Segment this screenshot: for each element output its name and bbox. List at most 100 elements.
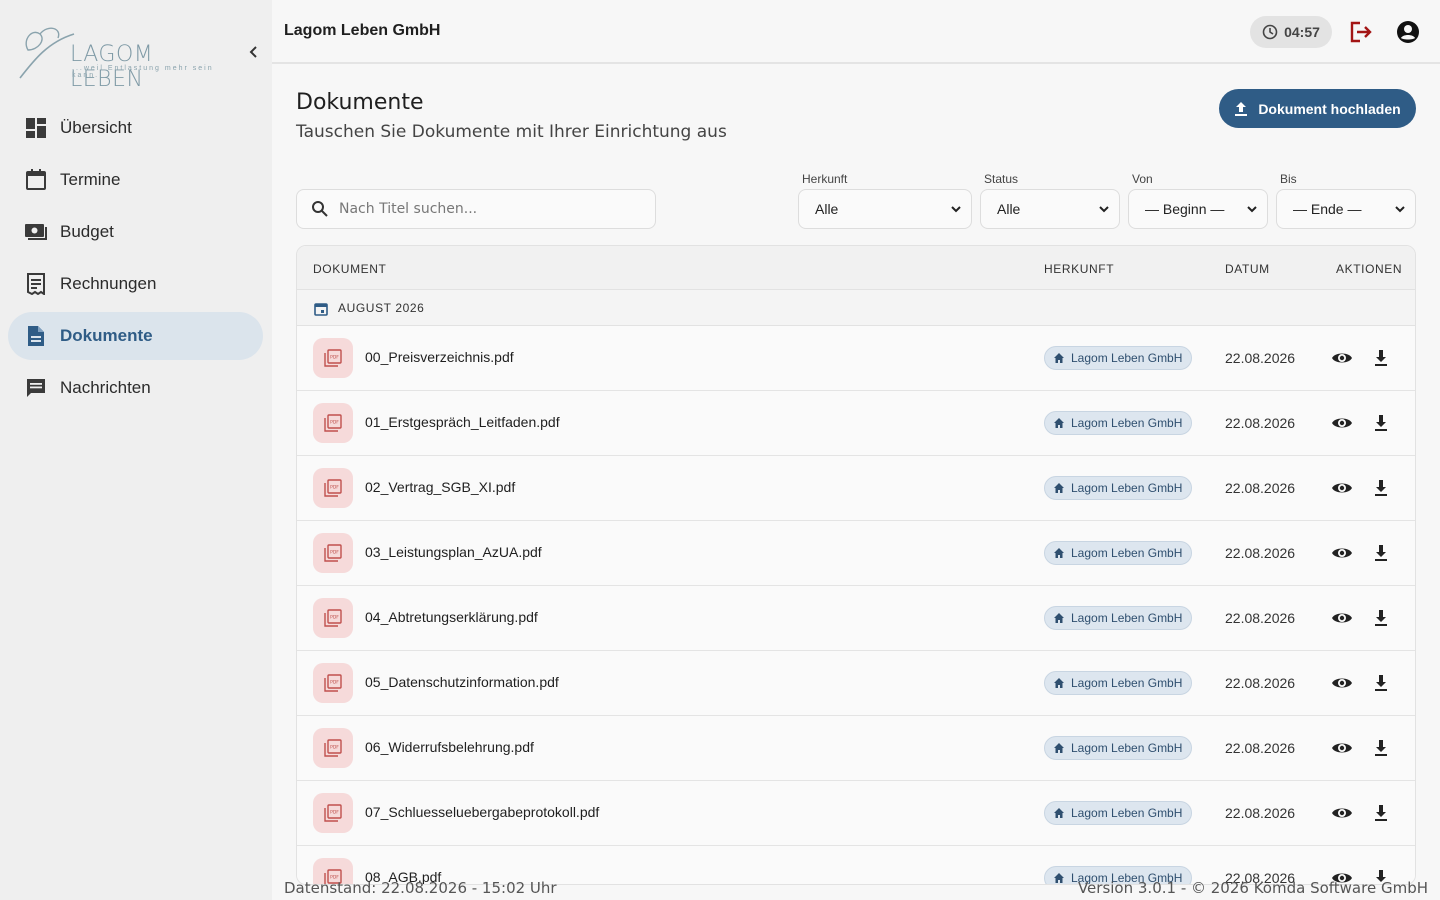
view-document-button[interactable] — [1331, 542, 1353, 564]
logout-icon — [1350, 21, 1372, 43]
origin-chip-label: Lagom Leben GmbH — [1071, 416, 1183, 430]
table-row[interactable]: PDF 01_Erstgespräch_Leitfaden.pdf Lagom … — [297, 391, 1415, 456]
document-name[interactable]: 02_Vertrag_SGB_XI.pdf — [365, 479, 515, 495]
top-header: Lagom Leben GmbH 04:57 — [272, 0, 1440, 64]
pdf-file-icon: PDF — [313, 728, 353, 768]
sidebar-item-uebersicht[interactable]: Übersicht — [8, 104, 263, 152]
svg-text:PDF: PDF — [330, 550, 339, 556]
status-select[interactable]: Alle — [980, 189, 1120, 229]
view-document-button[interactable] — [1331, 412, 1353, 434]
calendar-icon — [24, 168, 48, 192]
download-document-button[interactable] — [1371, 737, 1391, 759]
document-name[interactable]: 07_Schluesseluebergabeprotokoll.pdf — [365, 804, 599, 820]
view-document-button[interactable] — [1331, 737, 1353, 759]
table-row[interactable]: PDF 07_Schluesseluebergabeprotokoll.pdf … — [297, 781, 1415, 846]
von-select[interactable]: — Beginn — — [1128, 189, 1268, 229]
document-date: 22.08.2026 — [1225, 415, 1296, 431]
document-date: 22.08.2026 — [1225, 480, 1296, 496]
origin-chip: Lagom Leben GmbH — [1044, 671, 1193, 695]
search-input[interactable] — [339, 201, 629, 217]
home-icon — [1054, 613, 1064, 623]
clock-icon — [1262, 24, 1278, 40]
status-filter-label: Status — [984, 172, 1019, 186]
document-name[interactable]: 01_Erstgespräch_Leitfaden.pdf — [365, 414, 560, 430]
status-select-value: Alle — [997, 201, 1021, 217]
collapse-sidebar-button[interactable] — [244, 42, 262, 62]
home-icon — [1054, 808, 1064, 818]
account-button[interactable] — [1395, 19, 1421, 45]
column-header-aktionen: AKTIONEN — [1336, 262, 1403, 276]
receipt-icon — [24, 272, 48, 296]
document-icon — [24, 324, 48, 348]
table-row[interactable]: PDF 04_Abtretungserklärung.pdf Lagom Leb… — [297, 586, 1415, 651]
eye-icon — [1332, 678, 1352, 688]
upload-icon — [1235, 101, 1248, 116]
origin-chip: Lagom Leben GmbH — [1044, 736, 1193, 760]
sidebar-item-budget[interactable]: Budget — [8, 208, 263, 256]
search-field[interactable] — [296, 189, 656, 229]
download-icon — [1375, 740, 1387, 756]
sidebar-item-rechnungen[interactable]: Rechnungen — [8, 260, 263, 308]
document-name[interactable]: 05_Datenschutzinformation.pdf — [365, 674, 559, 690]
origin-chip-label: Lagom Leben GmbH — [1071, 611, 1183, 625]
download-icon — [1375, 415, 1387, 431]
origin-chip-label: Lagom Leben GmbH — [1071, 351, 1183, 365]
month-group-label: AUGUST 2026 — [338, 301, 425, 315]
download-document-button[interactable] — [1371, 412, 1391, 434]
document-name[interactable]: 04_Abtretungserklärung.pdf — [365, 609, 538, 625]
download-document-button[interactable] — [1371, 607, 1391, 629]
sidebar-item-dokumente[interactable]: Dokumente — [8, 312, 263, 360]
eye-icon — [1332, 808, 1352, 818]
download-icon — [1375, 350, 1387, 366]
view-document-button[interactable] — [1331, 477, 1353, 499]
search-icon — [312, 201, 328, 217]
download-icon — [1375, 610, 1387, 626]
table-row[interactable]: PDF 02_Vertrag_SGB_XI.pdf Lagom Leben Gm… — [297, 456, 1415, 521]
logo: LAGOM LEBEN ...weil Entlastung mehr sein… — [14, 20, 234, 92]
table-row[interactable]: PDF 05_Datenschutzinformation.pdf Lagom … — [297, 651, 1415, 716]
calendar-icon — [314, 303, 328, 316]
download-document-button[interactable] — [1371, 477, 1391, 499]
download-document-button[interactable] — [1371, 672, 1391, 694]
organization-title: Lagom Leben GmbH — [284, 22, 441, 39]
table-row[interactable]: PDF 03_Leistungsplan_AzUA.pdf Lagom Lebe… — [297, 521, 1415, 586]
svg-text:PDF: PDF — [330, 745, 339, 751]
eye-icon — [1332, 418, 1352, 428]
svg-text:PDF: PDF — [330, 680, 339, 686]
herkunft-select[interactable]: Alle — [798, 189, 972, 229]
upload-document-button[interactable]: Dokument hochladen — [1219, 89, 1416, 128]
eye-icon — [1332, 353, 1352, 363]
origin-chip: Lagom Leben GmbH — [1044, 411, 1193, 435]
origin-chip-label: Lagom Leben GmbH — [1071, 676, 1183, 690]
download-document-button[interactable] — [1371, 802, 1391, 824]
pdf-file-icon: PDF — [313, 598, 353, 638]
table-header: DOKUMENT HERKUNFT DATUM AKTIONEN — [297, 246, 1415, 290]
view-document-button[interactable] — [1331, 672, 1353, 694]
document-name[interactable]: 03_Leistungsplan_AzUA.pdf — [365, 544, 542, 560]
table-row[interactable]: PDF 00_Preisverzeichnis.pdf Lagom Leben … — [297, 326, 1415, 391]
view-document-button[interactable] — [1331, 607, 1353, 629]
origin-chip: Lagom Leben GmbH — [1044, 606, 1193, 630]
view-document-button[interactable] — [1331, 347, 1353, 369]
von-select-value: — Beginn — — [1145, 201, 1225, 217]
document-date: 22.08.2026 — [1225, 545, 1296, 561]
download-document-button[interactable] — [1371, 542, 1391, 564]
document-name[interactable]: 06_Widerrufsbelehrung.pdf — [365, 739, 534, 755]
herkunft-filter-label: Herkunft — [802, 172, 848, 186]
download-document-button[interactable] — [1371, 347, 1391, 369]
home-icon — [1054, 418, 1064, 428]
logout-button[interactable] — [1348, 19, 1374, 45]
column-header-herkunft: HERKUNFT — [1044, 262, 1115, 276]
von-filter-label: Von — [1132, 172, 1153, 186]
origin-chip-label: Lagom Leben GmbH — [1071, 806, 1183, 820]
herkunft-select-value: Alle — [815, 201, 839, 217]
upload-button-label: Dokument hochladen — [1258, 100, 1401, 117]
view-document-button[interactable] — [1331, 802, 1353, 824]
sidebar-item-nachrichten[interactable]: Nachrichten — [8, 364, 263, 412]
sidebar-item-label: Budget — [60, 222, 114, 241]
document-name[interactable]: 00_Preisverzeichnis.pdf — [365, 349, 514, 365]
bis-select[interactable]: — Ende — — [1276, 189, 1416, 229]
eye-icon — [1332, 743, 1352, 753]
table-row[interactable]: PDF 06_Widerrufsbelehrung.pdf Lagom Lebe… — [297, 716, 1415, 781]
sidebar-item-termine[interactable]: Termine — [8, 156, 263, 204]
